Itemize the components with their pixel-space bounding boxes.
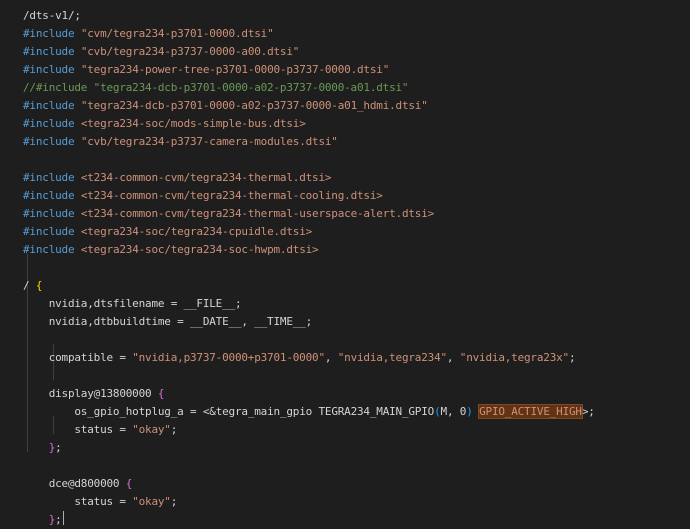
code-token: ; — [568, 351, 576, 364]
code-token: "okay" — [132, 423, 171, 436]
code-token: nvidia,dtbbuildtime = __DATE__, __TIME__… — [23, 315, 313, 328]
code-token: >; — [581, 405, 595, 418]
code-line[interactable]: os_gpio_hotplug_a = <&tegra_main_gpio TE… — [23, 403, 595, 421]
code-token: <t234-common-cvm/tegra234-thermal-coolin… — [80, 189, 383, 202]
code-token: ; — [170, 423, 178, 436]
code-line[interactable]: #include "cvm/tegra234-p3701-0000.dtsi" — [23, 25, 595, 43]
code-line[interactable]: #include <tegra234-soc/tegra234-soc-hwpm… — [23, 241, 595, 259]
code-line[interactable]: #include "cvb/tegra234-p3737-0000-a00.dt… — [23, 43, 595, 61]
code-token: <t234-common-cvm/tegra234-thermal.dtsi> — [80, 171, 332, 184]
code-token: / — [23, 279, 36, 292]
code-token: "cvb/tegra234-p3737-camera-modules.dtsi" — [80, 135, 338, 148]
code-token: "cvb/tegra234-p3737-0000-a00.dtsi" — [80, 45, 300, 58]
code-token: dce@d800000 — [23, 477, 126, 490]
code-line[interactable] — [23, 367, 595, 385]
code-token: , — [324, 351, 338, 364]
code-token: , — [446, 351, 460, 364]
code-token: { — [125, 477, 133, 490]
code-token: #include — [23, 243, 75, 256]
code-token: M, 0 — [440, 405, 467, 418]
code-token: <tegra234-soc/mods-simple-bus.dtsi> — [80, 117, 306, 130]
code-token: &tegra_main_gpio — [209, 405, 313, 418]
code-line[interactable]: compatible = "nvidia,p3737-0000+p3701-00… — [23, 349, 595, 367]
code-line[interactable]: dce@d800000 { — [23, 475, 595, 493]
code-token: status = — [23, 423, 133, 436]
code-token: "nvidia,p3737-0000+p3701-0000" — [132, 351, 325, 364]
code-token: <tegra234-soc/tegra234-soc-hwpm.dtsi> — [80, 243, 319, 256]
code-line[interactable] — [23, 457, 595, 475]
code-token: #include — [23, 189, 75, 202]
code-line[interactable]: /dts-v1/; — [23, 7, 595, 25]
code-text[interactable]: /dts-v1/; #include "cvm/tegra234-p3701-00… — [23, 7, 595, 529]
code-token: GPIO_ACTIVE_HIGH — [478, 404, 583, 419]
code-line[interactable] — [23, 331, 595, 349]
code-line[interactable]: display@13800000 { — [23, 385, 595, 403]
code-token: display@13800000 — [23, 387, 158, 400]
code-token: os_gpio_hotplug_a = — [23, 405, 203, 418]
code-line[interactable]: nvidia,dtbbuildtime = __DATE__, __TIME__… — [23, 313, 595, 331]
code-token: #include — [23, 207, 75, 220]
code-token: "okay" — [132, 495, 171, 508]
code-token: TEGRA234_MAIN_GPIO — [312, 405, 435, 418]
code-token: #include — [23, 135, 75, 148]
code-token: compatible = — [23, 351, 133, 364]
code-line[interactable]: #include "cvb/tegra234-p3737-camera-modu… — [23, 133, 595, 151]
code-line[interactable]: }; — [23, 511, 595, 529]
code-token: ; — [170, 495, 178, 508]
code-line[interactable]: / { — [23, 277, 595, 295]
code-token: /dts-v1/; — [23, 9, 81, 22]
code-token: "tegra234-dcb-p3701-0000-a02-p3737-0000-… — [80, 99, 428, 112]
code-line[interactable]: #include <t234-common-cvm/tegra234-therm… — [23, 169, 595, 187]
text-cursor — [62, 511, 64, 525]
code-token: ; — [55, 513, 62, 526]
code-token: #include — [23, 27, 75, 40]
code-line[interactable]: }; — [23, 439, 595, 457]
code-token: <t234-common-cvm/tegra234-thermal-usersp… — [80, 207, 435, 220]
code-token: #include — [23, 171, 75, 184]
code-token: ; — [55, 441, 62, 454]
code-line[interactable]: nvidia,dtsfilename = __FILE__; — [23, 295, 595, 313]
code-token: #include — [23, 117, 75, 130]
code-editor[interactable]: /dts-v1/; #include "cvm/tegra234-p3701-00… — [0, 0, 690, 526]
code-line[interactable] — [23, 259, 595, 277]
code-line[interactable]: #include <t234-common-cvm/tegra234-therm… — [23, 205, 595, 223]
code-token: //#include "tegra234-dcb-p3701-0000-a02-… — [23, 81, 409, 94]
code-token: { — [35, 279, 43, 292]
code-line[interactable]: status = "okay"; — [23, 493, 595, 511]
code-line[interactable] — [23, 151, 595, 169]
code-token: nvidia,dtsfilename = __FILE__; — [23, 297, 242, 310]
code-token: "nvidia,tegra23x" — [459, 351, 569, 364]
code-token: #include — [23, 45, 75, 58]
code-token: status = — [23, 495, 133, 508]
code-token: "tegra234-power-tree-p3701-0000-p3737-00… — [80, 63, 390, 76]
code-line[interactable]: #include <tegra234-soc/tegra234-cpuidle.… — [23, 223, 595, 241]
code-line[interactable]: #include "tegra234-power-tree-p3701-0000… — [23, 61, 595, 79]
code-line[interactable]: #include <t234-common-cvm/tegra234-therm… — [23, 187, 595, 205]
code-token: <tegra234-soc/tegra234-cpuidle.dtsi> — [80, 225, 313, 238]
code-line[interactable]: #include <tegra234-soc/mods-simple-bus.d… — [23, 115, 595, 133]
code-token: "nvidia,tegra234" — [337, 351, 447, 364]
code-line[interactable]: #include "tegra234-dcb-p3701-0000-a02-p3… — [23, 97, 595, 115]
code-token: { — [157, 387, 165, 400]
code-token: "cvm/tegra234-p3701-0000.dtsi" — [80, 27, 274, 40]
code-token: #include — [23, 225, 75, 238]
code-line[interactable]: //#include "tegra234-dcb-p3701-0000-a02-… — [23, 79, 595, 97]
code-token: #include — [23, 99, 75, 112]
code-token: #include — [23, 63, 75, 76]
code-line[interactable]: status = "okay"; — [23, 421, 595, 439]
